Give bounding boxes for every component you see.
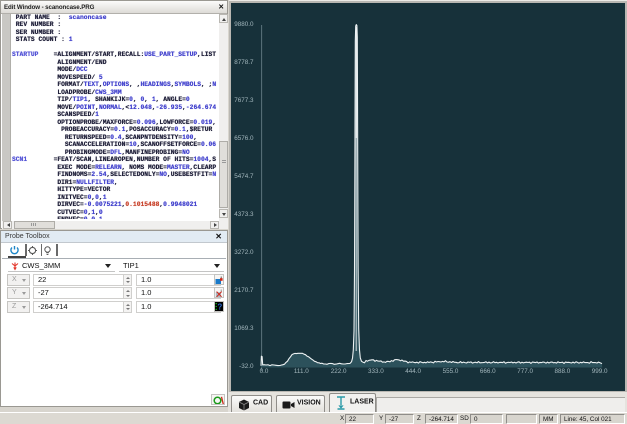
svg-text:?: ?	[217, 303, 222, 311]
